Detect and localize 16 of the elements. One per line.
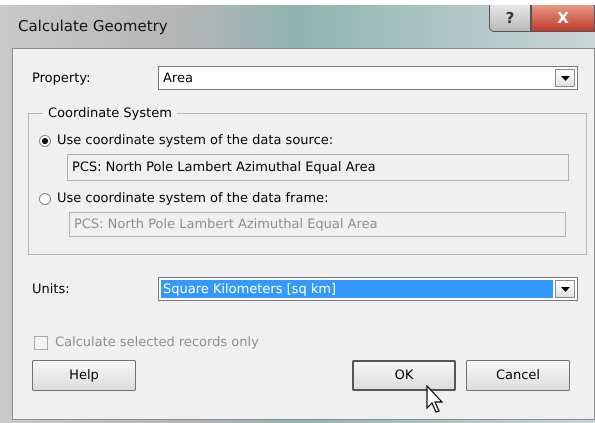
dialog-button[interactable]: OK <box>352 360 456 391</box>
group-title: Coordinate System <box>47 106 173 121</box>
help-button[interactable]: ? <box>489 5 531 32</box>
radio-label[interactable]: Use coordinate system of the data source: <box>57 133 334 148</box>
radio-button[interactable] <box>39 192 51 204</box>
radio-label[interactable]: Use coordinate system of the data frame: <box>57 191 328 206</box>
cursor-icon <box>426 385 444 413</box>
window-title: Calculate Geometry <box>18 17 168 35</box>
field-label: Property: <box>32 70 92 86</box>
radio-button[interactable] <box>39 134 51 146</box>
dropdown[interactable]: Area <box>158 66 578 90</box>
field-label: Units: <box>32 282 71 296</box>
dialog-button[interactable]: Help <box>32 360 136 391</box>
dialog-button[interactable]: Cancel <box>466 360 570 391</box>
close-button[interactable]: X <box>531 5 595 32</box>
text-field[interactable]: PCS: North Pole Lambert Azimuthal Equal Area <box>67 154 569 181</box>
